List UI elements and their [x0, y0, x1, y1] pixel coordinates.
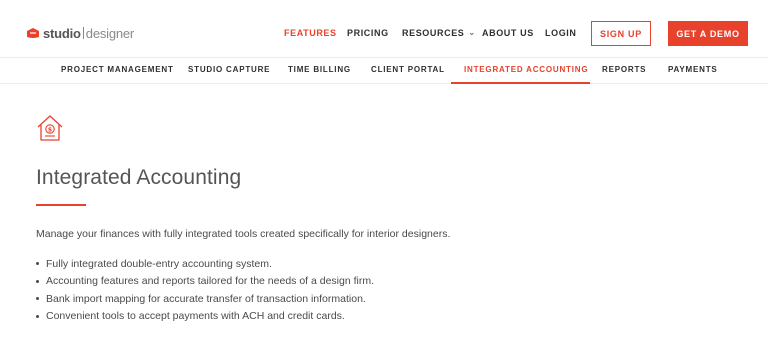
list-item: Bank import mapping for accurate transfe…	[36, 290, 374, 308]
list-item-text: Convenient tools to accept payments with…	[46, 310, 345, 323]
logo-studio-text: studio	[43, 25, 81, 41]
bullet-dot-icon	[36, 279, 39, 283]
list-item-text: Fully integrated double-entry accounting…	[46, 257, 272, 270]
top-header: studio designer FEATURES PRICING RESOURCE…	[0, 0, 768, 58]
subnav-studio-capture[interactable]: STUDIO CAPTURE	[188, 65, 270, 74]
list-item-text: Accounting features and reports tailored…	[46, 275, 375, 288]
get-a-demo-button[interactable]: GET A DEMO	[668, 21, 748, 46]
subnav-reports[interactable]: REPORTS	[602, 65, 646, 74]
subnav-project-management[interactable]: PROJECT MANAGEMENT	[61, 65, 174, 74]
list-item: Fully integrated double-entry accounting…	[36, 255, 374, 273]
nav-login[interactable]: LOGIN	[545, 28, 577, 38]
subnav-integrated-accounting[interactable]: INTEGRATED ACCOUNTING	[464, 65, 588, 74]
subnav-time-billing[interactable]: TIME BILLING	[288, 65, 351, 74]
nav-about-us[interactable]: ABOUT US	[482, 28, 534, 38]
sign-up-button[interactable]: SIGN UP	[591, 21, 651, 46]
active-tab-underline	[451, 82, 590, 84]
subnav-client-portal[interactable]: CLIENT PORTAL	[371, 65, 445, 74]
svg-text:$: $	[48, 126, 52, 133]
feature-list: Fully integrated double-entry accounting…	[36, 255, 374, 325]
list-item: Convenient tools to accept payments with…	[36, 308, 374, 326]
logo-wordmark: studio designer	[43, 26, 134, 41]
bullet-dot-icon	[36, 314, 39, 318]
nav-resources[interactable]: RESOURCES ⌄	[402, 28, 476, 38]
chevron-down-icon: ⌄	[468, 28, 476, 37]
nav-pricing[interactable]: PRICING	[347, 28, 389, 38]
intro-text: Manage your finances with fully integrat…	[36, 228, 451, 240]
title-divider	[36, 204, 86, 206]
list-item: Accounting features and reports tailored…	[36, 273, 374, 291]
house-dollar-icon: $	[37, 115, 63, 141]
nav-resources-label: RESOURCES	[402, 28, 465, 38]
logo-designer-text: designer	[85, 25, 135, 41]
bullet-dot-icon	[36, 262, 39, 266]
logo-mark-icon	[27, 28, 39, 38]
feature-subnav: PROJECT MANAGEMENT STUDIO CAPTURE TIME B…	[0, 57, 768, 84]
list-item-text: Bank import mapping for accurate transfe…	[46, 292, 366, 305]
bullet-dot-icon	[36, 297, 39, 301]
subnav-payments[interactable]: PAYMENTS	[668, 65, 718, 74]
page-title: Integrated Accounting	[36, 166, 242, 189]
nav-features[interactable]: FEATURES	[284, 28, 337, 38]
studio-designer-logo[interactable]: studio designer	[26, 24, 134, 42]
